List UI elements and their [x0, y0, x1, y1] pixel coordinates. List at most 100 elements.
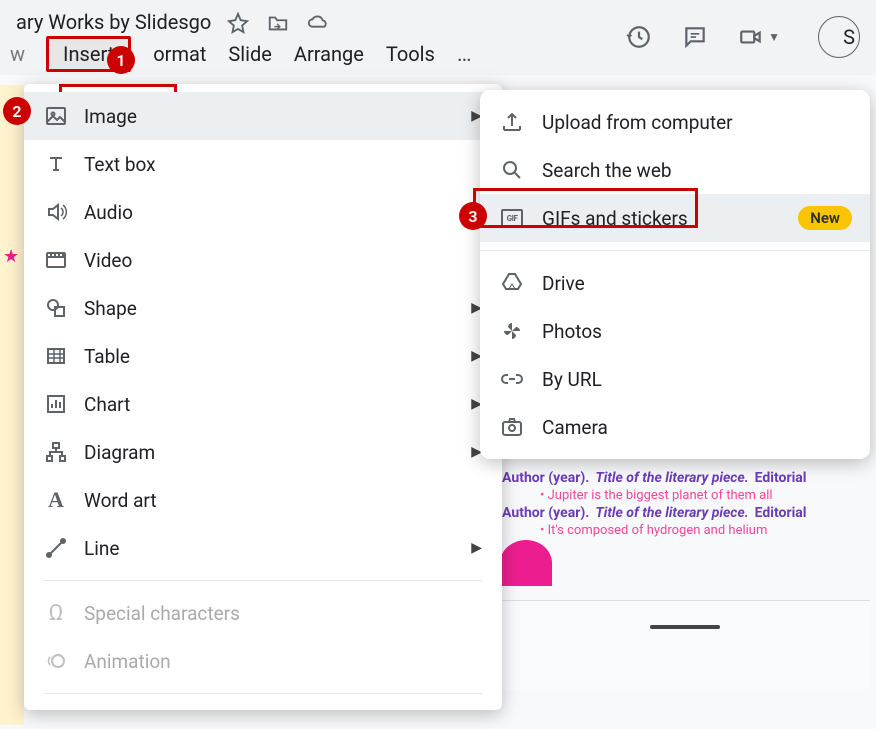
sub-bullet-icon: • — [540, 488, 544, 503]
slide-content-references: ▸ Author (year). Title of the literary p… — [490, 470, 850, 540]
link-icon — [500, 367, 524, 391]
ref-editorial: Editorial — [755, 505, 807, 521]
speaker-notes-area[interactable] — [500, 600, 870, 690]
line-icon — [44, 536, 68, 560]
callout-1: 1 — [107, 46, 135, 74]
slide-thumbnail-panel — [0, 85, 24, 725]
ref-editorial: Editorial — [755, 470, 807, 486]
share-initial: S — [843, 25, 855, 49]
dropdown-chart[interactable]: Chart ▶ — [24, 380, 502, 428]
insert-dropdown: Image ▶ Text box Audio Video Shape ▶ Tab… — [24, 84, 502, 710]
dropdown-textbox[interactable]: Text box — [24, 140, 502, 188]
photos-icon — [500, 319, 524, 343]
submenu-upload-label: Upload from computer — [542, 111, 733, 134]
chevron-down-icon: ▼ — [768, 30, 780, 44]
dropdown-shape-label: Shape — [84, 297, 137, 320]
video-icon — [738, 24, 764, 50]
submenu-search-web[interactable]: Search the web — [480, 146, 870, 194]
submenu-drive[interactable]: Drive — [480, 259, 870, 307]
slide-decoration-blob — [500, 540, 552, 586]
dropdown-separator — [44, 693, 482, 694]
dropdown-diagram[interactable]: Diagram ▶ — [24, 428, 502, 476]
ref-sub1-text: Jupiter is the biggest planet of them al… — [548, 488, 773, 503]
dropdown-separator — [44, 580, 482, 581]
drive-icon — [500, 271, 524, 295]
history-icon[interactable] — [626, 24, 652, 50]
dropdown-audio-label: Audio — [84, 201, 133, 224]
share-button[interactable]: S — [818, 16, 860, 58]
chart-icon — [44, 392, 68, 416]
ref-title: Title of the literary piece. — [595, 505, 748, 521]
dropdown-image-label: Image — [84, 105, 137, 128]
dropdown-special-label: Special characters — [84, 602, 240, 625]
video-call-button[interactable]: ▼ — [738, 24, 780, 50]
submenu-byurl-label: By URL — [542, 368, 602, 391]
move-folder-icon[interactable] — [267, 12, 289, 34]
submenu-byurl[interactable]: By URL — [480, 355, 870, 403]
omega-icon: Ω — [44, 601, 68, 625]
submenu-gifs-stickers[interactable]: GIF GIFs and stickers New — [480, 194, 870, 242]
menu-more[interactable]: … — [457, 42, 472, 67]
dropdown-table[interactable]: Table ▶ — [24, 332, 502, 380]
title-action-bar — [227, 12, 329, 34]
submenu-photos[interactable]: Photos — [480, 307, 870, 355]
dropdown-shape[interactable]: Shape ▶ — [24, 284, 502, 332]
submenu-arrow-icon: ▶ — [471, 540, 482, 556]
header-right-actions: ▼ S — [626, 16, 860, 58]
upload-icon — [500, 110, 524, 134]
ref-title: Title of the literary piece. — [595, 470, 748, 486]
camera-icon — [500, 415, 524, 439]
dropdown-table-label: Table — [84, 345, 130, 368]
search-icon — [500, 158, 524, 182]
dropdown-line[interactable]: Line ▶ — [24, 524, 502, 572]
callout-2: 2 — [3, 97, 31, 125]
menu-arrange[interactable]: Arrange — [294, 42, 364, 66]
menu-format-truncated[interactable]: ormat — [153, 42, 206, 66]
dropdown-textbox-label: Text box — [84, 153, 156, 176]
submenu-upload[interactable]: Upload from computer — [480, 98, 870, 146]
dropdown-wordart-label: Word art — [84, 489, 157, 512]
dropdown-line-label: Line — [84, 537, 119, 560]
dropdown-video-label: Video — [84, 249, 132, 272]
diagram-icon — [44, 440, 68, 464]
submenu-separator — [480, 250, 870, 251]
dropdown-image[interactable]: Image ▶ — [24, 92, 502, 140]
textbox-icon — [44, 152, 68, 176]
wordart-icon: A — [44, 488, 68, 512]
submenu-camera[interactable]: Camera — [480, 403, 870, 451]
video-clip-icon — [44, 248, 68, 272]
shape-icon — [44, 296, 68, 320]
ref-sub2-text: It's composed of hydrogen and helium — [548, 523, 768, 538]
reference-row: ▸ Author (year). Title of the literary p… — [490, 470, 850, 486]
callout-3: 3 — [459, 202, 487, 230]
dropdown-animation: Animation — [24, 637, 502, 685]
image-submenu: Upload from computer Search the web GIF … — [480, 90, 870, 459]
dropdown-wordart[interactable]: A Word art — [24, 476, 502, 524]
document-title[interactable]: ary Works by Slidesgo — [16, 10, 211, 34]
cloud-status-icon[interactable] — [307, 12, 329, 34]
audio-icon — [44, 200, 68, 224]
menu-bar: w Insert ormat Slide Arrange Tools … — [0, 33, 482, 75]
ref-sub-line: • Jupiter is the biggest planet of them … — [540, 488, 850, 503]
ref-author: Author (year). — [502, 470, 589, 486]
thumbnail-decoration-star-icon: ★ — [3, 246, 19, 267]
dropdown-chart-label: Chart — [84, 393, 130, 416]
menu-view-truncated[interactable]: w — [10, 42, 24, 66]
dropdown-audio[interactable]: Audio — [24, 188, 502, 236]
reference-row: ▸ Author (year). Title of the literary p… — [490, 505, 850, 521]
submenu-camera-label: Camera — [542, 416, 608, 439]
dropdown-animation-label: Animation — [84, 650, 171, 673]
image-icon — [44, 104, 68, 128]
menu-tools[interactable]: Tools — [386, 42, 435, 66]
submenu-photos-label: Photos — [542, 320, 602, 343]
gifs-option-highlight — [473, 188, 698, 228]
submenu-search-label: Search the web — [542, 159, 672, 182]
menu-slide[interactable]: Slide — [228, 42, 272, 66]
comments-icon[interactable] — [682, 24, 708, 50]
table-icon — [44, 344, 68, 368]
resize-handle[interactable] — [650, 625, 720, 629]
submenu-drive-label: Drive — [542, 272, 585, 295]
ref-sub-line: • It's composed of hydrogen and helium — [540, 523, 850, 538]
star-icon[interactable] — [227, 12, 249, 34]
dropdown-video[interactable]: Video — [24, 236, 502, 284]
